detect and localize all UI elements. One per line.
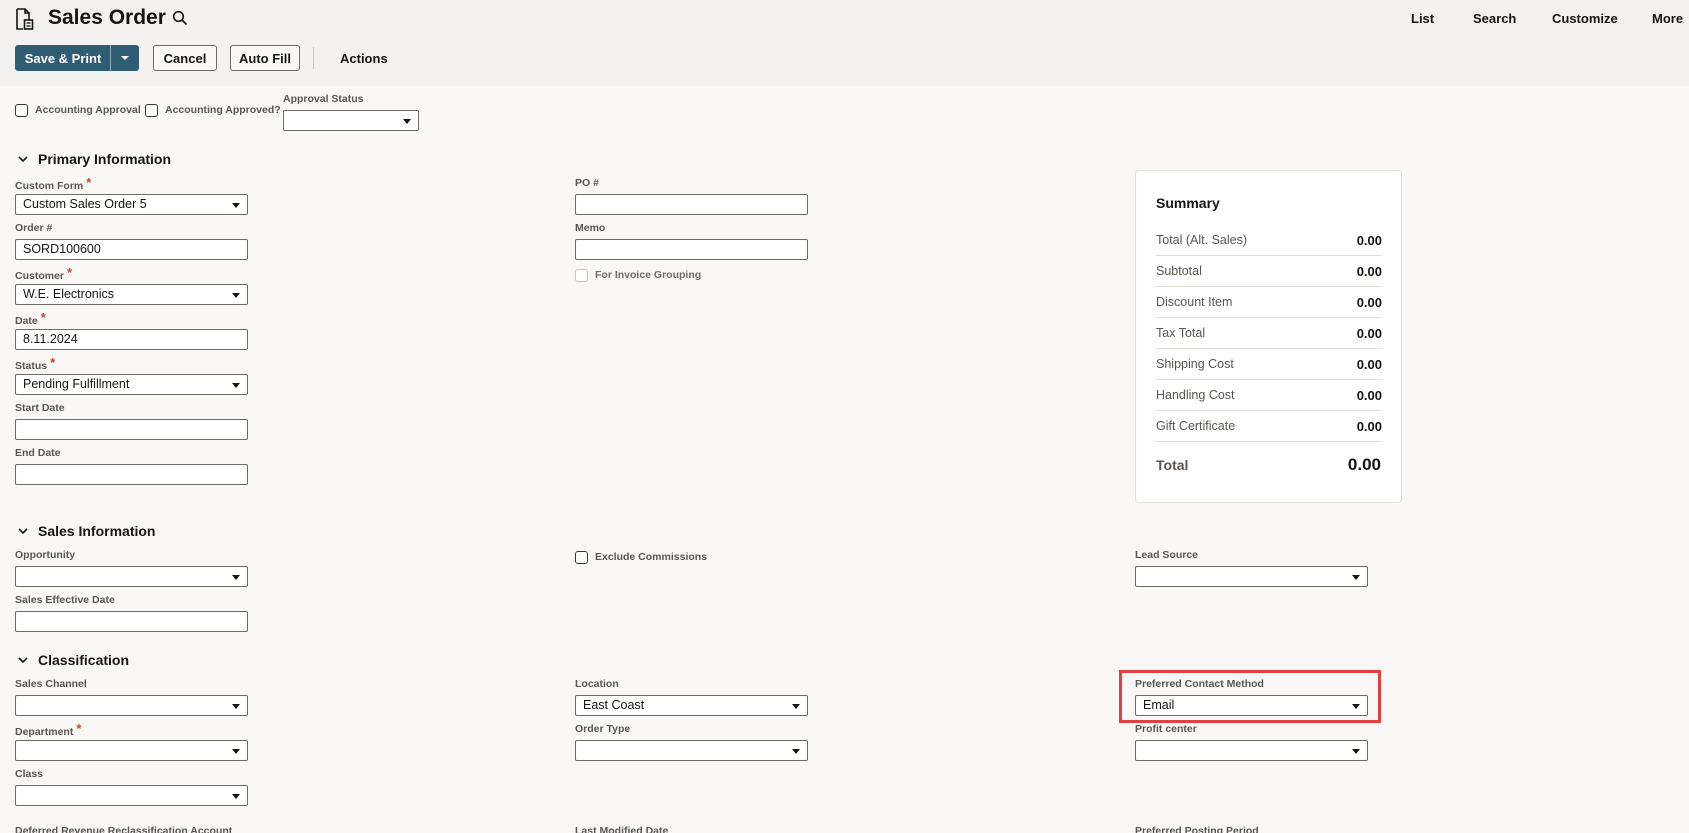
preferred-posting-period-label: Preferred Posting Period [1135,825,1259,833]
cancel-button[interactable]: Cancel [153,45,217,71]
summary-label: Handling Cost [1156,388,1235,402]
nav-customize[interactable]: Customize [1552,11,1618,26]
summary-panel: Summary Total (Alt. Sales) 0.00 Subtotal… [1135,170,1402,503]
approval-status-label: Approval Status [283,93,364,105]
save-print-button[interactable]: Save & Print [15,45,111,71]
chevron-down-icon[interactable] [17,525,29,537]
order-type-select[interactable] [575,740,808,761]
summary-row: Total (Alt. Sales) 0.00 [1156,225,1382,256]
status-label: Status * [15,355,56,372]
nav-search[interactable]: Search [1473,11,1516,26]
customer-select[interactable]: W.E. Electronics [15,284,248,305]
nav-list[interactable]: List [1411,11,1434,26]
sales-effective-date-label: Sales Effective Date [15,594,115,606]
chevron-down-icon[interactable] [17,153,29,165]
end-date-label: End Date [15,447,61,459]
summary-value: 0.00 [1356,264,1382,279]
summary-value: 0.00 [1356,419,1382,434]
profit-center-label: Profit center [1135,723,1197,735]
accounting-approved-label: Accounting Approved? [165,104,281,116]
start-date-label: Start Date [15,402,65,414]
nav-more[interactable]: More [1652,11,1683,26]
primary-information-heading[interactable]: Primary Information [38,151,171,167]
opportunity-select[interactable] [15,566,248,587]
order-number-input[interactable]: SORD100600 [15,239,248,260]
summary-row: Gift Certificate 0.00 [1156,411,1382,442]
save-options-dropdown[interactable] [110,45,139,71]
class-select[interactable] [15,785,248,806]
invoice-grouping-label: For Invoice Grouping [595,269,702,281]
exclude-commissions-label: Exclude Commissions [595,551,708,563]
summary-value: 0.00 [1356,233,1382,248]
exclude-commissions-checkbox[interactable] [575,551,588,564]
summary-value: 0.00 [1356,357,1382,372]
accounting-approval-checkbox[interactable] [15,104,28,117]
summary-label: Total (Alt. Sales) [1156,233,1248,247]
department-label: Department * [15,721,82,738]
customer-label: Customer * [15,265,73,282]
accounting-approval-label: Accounting Approval [35,104,141,116]
class-label: Class [15,768,44,780]
page-header: Sales Order List Search Customize More S… [0,0,1689,86]
highlight-box [1119,670,1381,723]
summary-value: 0.00 [1356,326,1382,341]
custom-form-select[interactable]: Custom Sales Order 5 [15,194,248,215]
po-number-label: PO # [575,177,599,189]
summary-title: Summary [1156,195,1220,211]
summary-value: 0.00 [1356,295,1382,310]
summary-total-label: Total [1156,457,1189,473]
summary-row: Discount Item 0.00 [1156,287,1382,318]
memo-input[interactable] [575,239,808,260]
summary-label: Discount Item [1156,295,1233,309]
document-icon [16,8,34,30]
department-select[interactable] [15,740,248,761]
date-input[interactable]: 8.11.2024 [15,329,248,350]
classification-heading[interactable]: Classification [38,652,129,668]
toolbar-divider [313,47,314,69]
summary-row: Tax Total 0.00 [1156,318,1382,349]
invoice-grouping-checkbox [575,269,588,282]
location-select[interactable]: East Coast [575,695,808,716]
sales-channel-select[interactable] [15,695,248,716]
auto-fill-button[interactable]: Auto Fill [230,45,300,71]
order-number-label: Order # [15,222,53,234]
sales-channel-label: Sales Channel [15,678,87,690]
page-title: Sales Order [48,6,166,29]
summary-row: Handling Cost 0.00 [1156,380,1382,411]
last-modified-date-label: Last Modified Date [575,825,669,833]
location-label: Location [575,678,619,690]
summary-value: 0.00 [1356,388,1382,403]
opportunity-label: Opportunity [15,549,76,561]
chevron-down-icon[interactable] [17,654,29,666]
profit-center-select[interactable] [1135,740,1368,761]
memo-label: Memo [575,222,606,234]
summary-label: Tax Total [1156,326,1206,340]
search-icon[interactable] [172,10,188,26]
sales-effective-date-input[interactable] [15,611,248,632]
lead-source-select[interactable] [1135,566,1368,587]
actions-menu[interactable]: Actions [340,51,388,66]
summary-label: Shipping Cost [1156,357,1234,371]
summary-row: Shipping Cost 0.00 [1156,349,1382,380]
summary-label: Gift Certificate [1156,419,1236,433]
sales-information-heading[interactable]: Sales Information [38,523,155,539]
summary-total-value: 0.00 [1347,455,1381,474]
start-date-input[interactable] [15,419,248,440]
accounting-approved-checkbox[interactable] [145,104,158,117]
status-select[interactable]: Pending Fulfillment [15,374,248,395]
end-date-input[interactable] [15,464,248,485]
po-number-input[interactable] [575,194,808,215]
deferred-revenue-label: Deferred Revenue Reclassification Accoun… [15,825,233,833]
summary-row: Subtotal 0.00 [1156,256,1382,287]
date-label: Date * [15,310,46,327]
custom-form-label: Custom Form * [15,175,92,192]
lead-source-label: Lead Source [1135,549,1199,561]
order-type-label: Order Type [575,723,631,735]
summary-label: Subtotal [1156,264,1202,278]
approval-status-select[interactable] [283,110,419,131]
